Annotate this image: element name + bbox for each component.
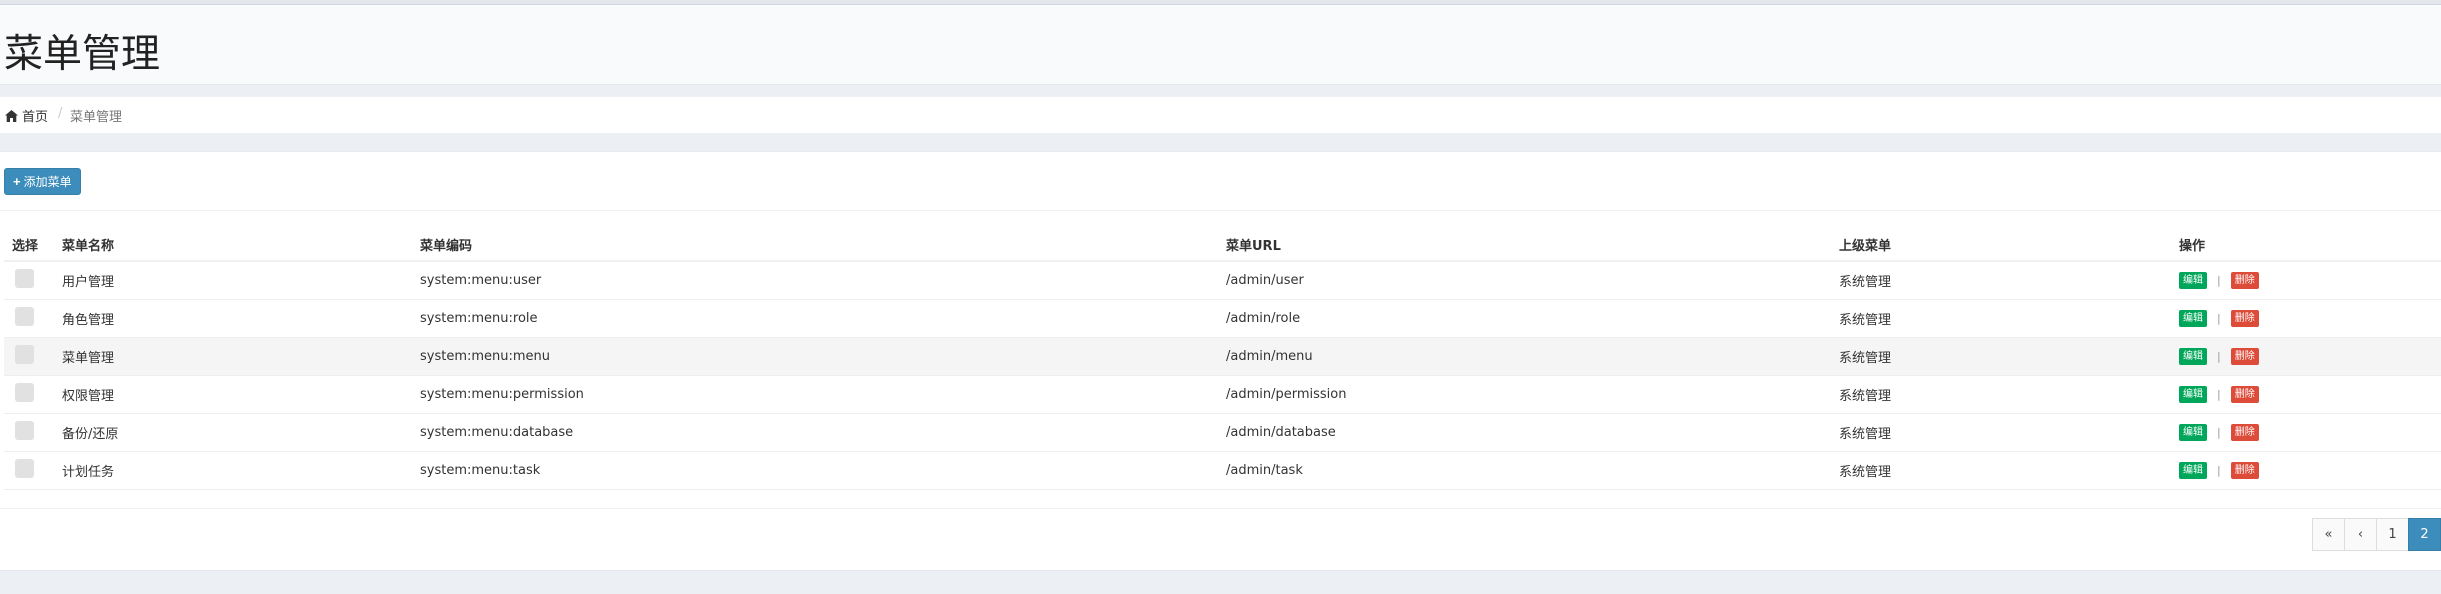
menu-table: 选择 菜单名称 菜单编码 菜单URL 上级菜单 操作 用户管理 system:m…	[4, 225, 2441, 490]
menu-code-cell: system:menu:menu	[412, 337, 1218, 376]
menu-url-cell: /admin/role	[1218, 299, 1831, 338]
delete-button[interactable]: 删除	[2230, 423, 2259, 441]
menu-name-cell: 菜单管理	[54, 337, 412, 376]
action-separator: |	[2217, 463, 2221, 477]
plus-icon: +	[13, 174, 21, 189]
pagination-page-1[interactable]: 1	[2376, 518, 2409, 551]
table-row: 用户管理 system:menu:user /admin/user 系统管理 编…	[4, 261, 2441, 300]
parent-menu-cell: 系统管理	[1831, 337, 2171, 376]
delete-button[interactable]: 删除	[2230, 271, 2259, 289]
menu-code-cell: system:menu:permission	[412, 375, 1218, 414]
row-actions: 编辑 | 删除	[2179, 309, 2433, 327]
add-menu-button[interactable]: + 添加菜单	[4, 168, 81, 195]
row-actions: 编辑 | 删除	[2179, 347, 2433, 365]
menu-code-cell: system:menu:task	[412, 451, 1218, 490]
action-separator: |	[2217, 349, 2221, 363]
menu-url-cell: /admin/permission	[1218, 375, 1831, 414]
menu-code-cell: system:menu:database	[412, 413, 1218, 452]
parent-menu-cell: 系统管理	[1831, 261, 2171, 300]
page-bottom	[0, 570, 2441, 594]
header-menu-code: 菜单编码	[412, 225, 1218, 262]
row-actions: 编辑 | 删除	[2179, 385, 2433, 403]
row-checkbox[interactable]	[15, 306, 34, 326]
menu-url-cell: /admin/menu	[1218, 337, 1831, 376]
delete-button[interactable]: 删除	[2230, 347, 2259, 365]
header-menu-url: 菜单URL	[1218, 225, 1831, 262]
delete-button[interactable]: 删除	[2230, 461, 2259, 479]
breadcrumb-separator: /	[58, 106, 63, 121]
edit-button[interactable]: 编辑	[2179, 461, 2207, 479]
breadcrumb: 首页 / 菜单管理	[0, 97, 2441, 133]
content-header: 菜单管理	[0, 5, 2441, 85]
table-row: 备份/还原 system:menu:database /admin/databa…	[4, 413, 2441, 452]
header-parent-menu: 上级菜单	[1831, 225, 2171, 262]
menu-code-cell: system:menu:role	[412, 299, 1218, 338]
row-checkbox[interactable]	[15, 458, 34, 478]
menu-code-cell: system:menu:user	[412, 261, 1218, 300]
add-menu-label: 添加菜单	[23, 175, 72, 189]
table-row: 计划任务 system:menu:task /admin/task 系统管理 编…	[4, 451, 2441, 490]
edit-button[interactable]: 编辑	[2179, 385, 2207, 403]
breadcrumb-home-link[interactable]: 首页	[5, 106, 48, 125]
table-row: 角色管理 system:menu:role /admin/role 系统管理 编…	[4, 299, 2441, 338]
header-menu-name: 菜单名称	[54, 225, 412, 262]
box-header: + 添加菜单	[0, 152, 2441, 211]
pagination: « ‹ 1 2	[2312, 518, 2441, 551]
edit-button[interactable]: 编辑	[2179, 309, 2207, 327]
row-actions: 编辑 | 删除	[2179, 271, 2433, 289]
table-row: 权限管理 system:menu:permission /admin/permi…	[4, 375, 2441, 414]
breadcrumb-current: 菜单管理	[70, 110, 123, 125]
header-select: 选择	[4, 225, 54, 262]
edit-button[interactable]: 编辑	[2179, 423, 2207, 441]
row-checkbox[interactable]	[15, 382, 34, 402]
menu-name-cell: 计划任务	[54, 451, 412, 490]
menu-list-box: + 添加菜单 选择 菜单名称 菜单编码 菜单URL 上级菜单 操作 用户管理 s…	[0, 151, 2441, 570]
menu-url-cell: /admin/database	[1218, 413, 1831, 452]
parent-menu-cell: 系统管理	[1831, 451, 2171, 490]
row-checkbox[interactable]	[15, 344, 34, 364]
page-title: 菜单管理	[4, 32, 161, 77]
parent-menu-cell: 系统管理	[1831, 299, 2171, 338]
delete-button[interactable]: 删除	[2230, 309, 2259, 327]
row-actions: 编辑 | 删除	[2179, 461, 2433, 479]
box-footer-divider	[0, 508, 2441, 509]
parent-menu-cell: 系统管理	[1831, 375, 2171, 414]
header-actions: 操作	[2171, 225, 2441, 262]
pagination-first[interactable]: «	[2312, 518, 2345, 551]
edit-button[interactable]: 编辑	[2179, 347, 2207, 365]
menu-name-cell: 用户管理	[54, 261, 412, 300]
breadcrumb-home-label: 首页	[22, 110, 49, 125]
menu-name-cell: 权限管理	[54, 375, 412, 414]
pagination-prev[interactable]: ‹	[2344, 518, 2377, 551]
action-separator: |	[2217, 425, 2221, 439]
action-separator: |	[2217, 273, 2221, 287]
parent-menu-cell: 系统管理	[1831, 413, 2171, 452]
row-checkbox[interactable]	[15, 420, 34, 440]
menu-url-cell: /admin/task	[1218, 451, 1831, 490]
delete-button[interactable]: 删除	[2230, 385, 2259, 403]
home-icon	[5, 109, 18, 122]
table-header-row: 选择 菜单名称 菜单编码 菜单URL 上级菜单 操作	[4, 225, 2441, 262]
row-checkbox[interactable]	[15, 268, 34, 288]
row-actions: 编辑 | 删除	[2179, 423, 2433, 441]
action-separator: |	[2217, 311, 2221, 325]
pagination-page-2[interactable]: 2	[2408, 518, 2441, 551]
menu-name-cell: 备份/还原	[54, 413, 412, 452]
menu-name-cell: 角色管理	[54, 299, 412, 338]
menu-url-cell: /admin/user	[1218, 261, 1831, 300]
edit-button[interactable]: 编辑	[2179, 271, 2207, 289]
table-row: 菜单管理 system:menu:menu /admin/menu 系统管理 编…	[4, 337, 2441, 376]
action-separator: |	[2217, 387, 2221, 401]
